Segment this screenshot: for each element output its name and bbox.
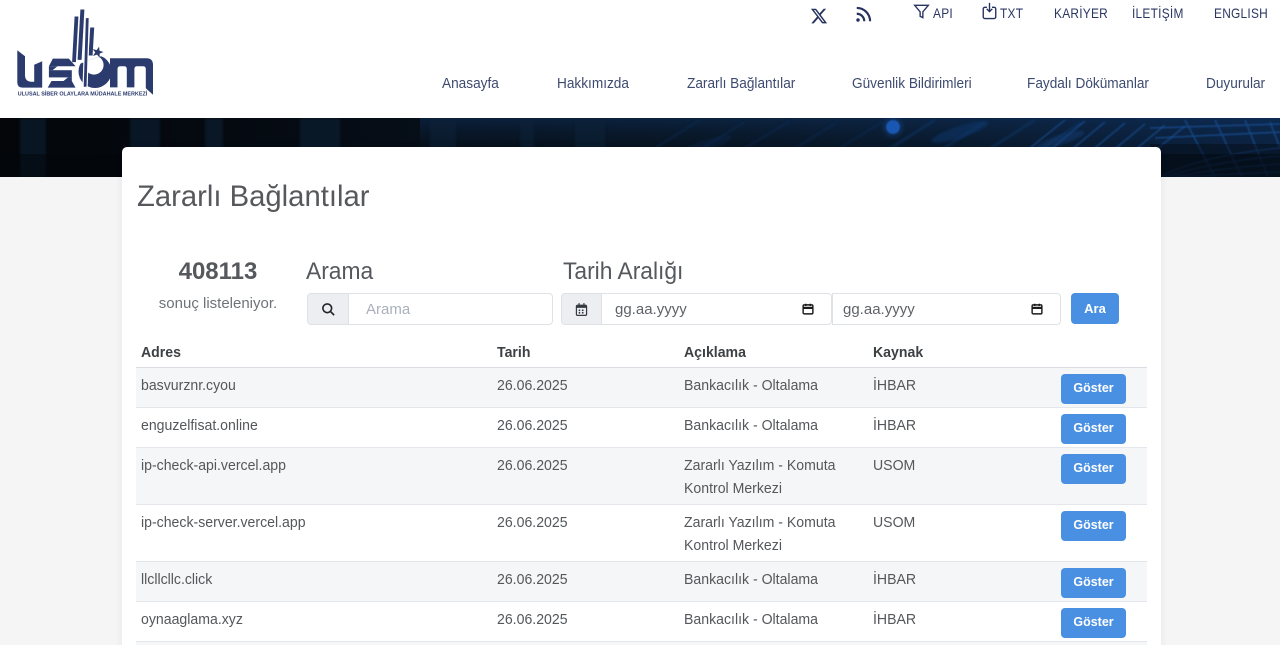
svg-text:ULUSAL SİBER OLAYLARA MÜDAHALE: ULUSAL SİBER OLAYLARA MÜDAHALE MERKEZİ: [18, 90, 148, 97]
